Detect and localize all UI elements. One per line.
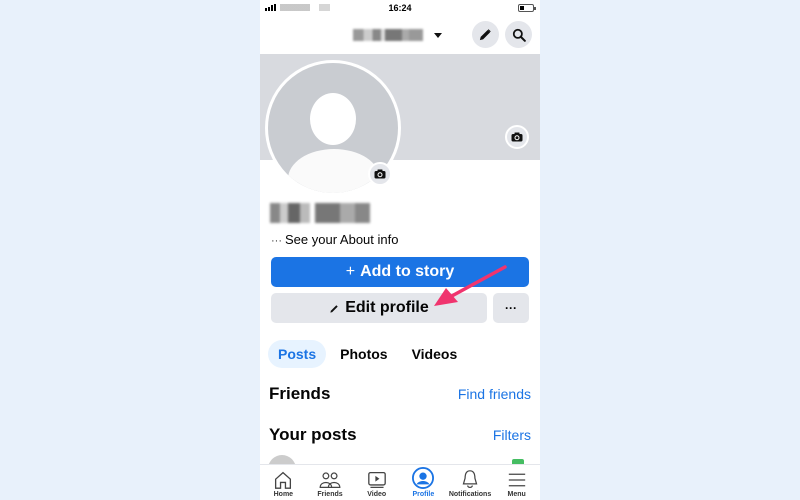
camera-icon — [374, 169, 386, 179]
filters-link[interactable]: Filters — [493, 427, 531, 443]
bottom-nav: Home Friends Video Profile Notifications… — [260, 464, 540, 500]
video-icon — [367, 471, 386, 488]
tab-posts[interactable]: Posts — [268, 340, 327, 368]
bell-icon — [462, 470, 478, 488]
more-dots-icon: ··· — [271, 235, 282, 247]
nav-friends[interactable]: Friends — [307, 465, 354, 500]
menu-icon — [508, 473, 525, 487]
your-posts-heading: Your posts — [269, 425, 357, 444]
pencil-icon — [330, 304, 338, 313]
find-friends-link[interactable]: Find friends — [458, 386, 531, 402]
chevron-down-icon[interactable] — [434, 33, 442, 38]
pencil-icon — [479, 29, 491, 41]
profile-switcher-name[interactable] — [353, 29, 423, 41]
posts-section: Your posts Filters — [269, 425, 531, 445]
cover-camera-button[interactable] — [505, 125, 529, 149]
status-time: 16:24 — [388, 3, 412, 13]
profile-tabs: Posts Photos Videos — [268, 340, 467, 368]
top-bar — [260, 18, 540, 52]
more-options-button[interactable]: ··· — [493, 293, 529, 323]
edit-button[interactable] — [472, 21, 499, 48]
friends-section: Friends Find friends — [269, 384, 531, 404]
friends-icon — [319, 472, 341, 488]
nav-notifications[interactable]: Notifications — [447, 465, 494, 500]
friends-heading: Friends — [269, 384, 331, 403]
nav-video[interactable]: Video — [353, 465, 400, 500]
plus-icon: + — [345, 263, 356, 280]
profile-picture-camera-button[interactable] — [368, 162, 392, 186]
home-icon — [275, 471, 292, 489]
nav-profile[interactable]: Profile — [400, 465, 447, 500]
tab-videos[interactable]: Videos — [402, 340, 468, 368]
nav-menu[interactable]: Menu — [493, 465, 540, 500]
nav-home[interactable]: Home — [260, 465, 307, 500]
profile-icon — [412, 467, 435, 489]
see-about-info-link[interactable]: ··· See your About info — [271, 232, 398, 247]
profile-name-redacted — [270, 203, 370, 223]
camera-icon — [511, 132, 523, 142]
search-icon — [512, 28, 526, 42]
tab-photos[interactable]: Photos — [330, 340, 397, 368]
battery-icon — [518, 4, 536, 12]
phone-screen: 16:24 ··· See your About info + Add to st… — [260, 0, 540, 500]
edit-profile-button[interactable]: Edit profile — [271, 293, 487, 323]
status-bar: 16:24 — [260, 0, 540, 16]
search-button[interactable] — [505, 21, 532, 48]
add-to-story-button[interactable]: + Add to story — [271, 257, 529, 287]
